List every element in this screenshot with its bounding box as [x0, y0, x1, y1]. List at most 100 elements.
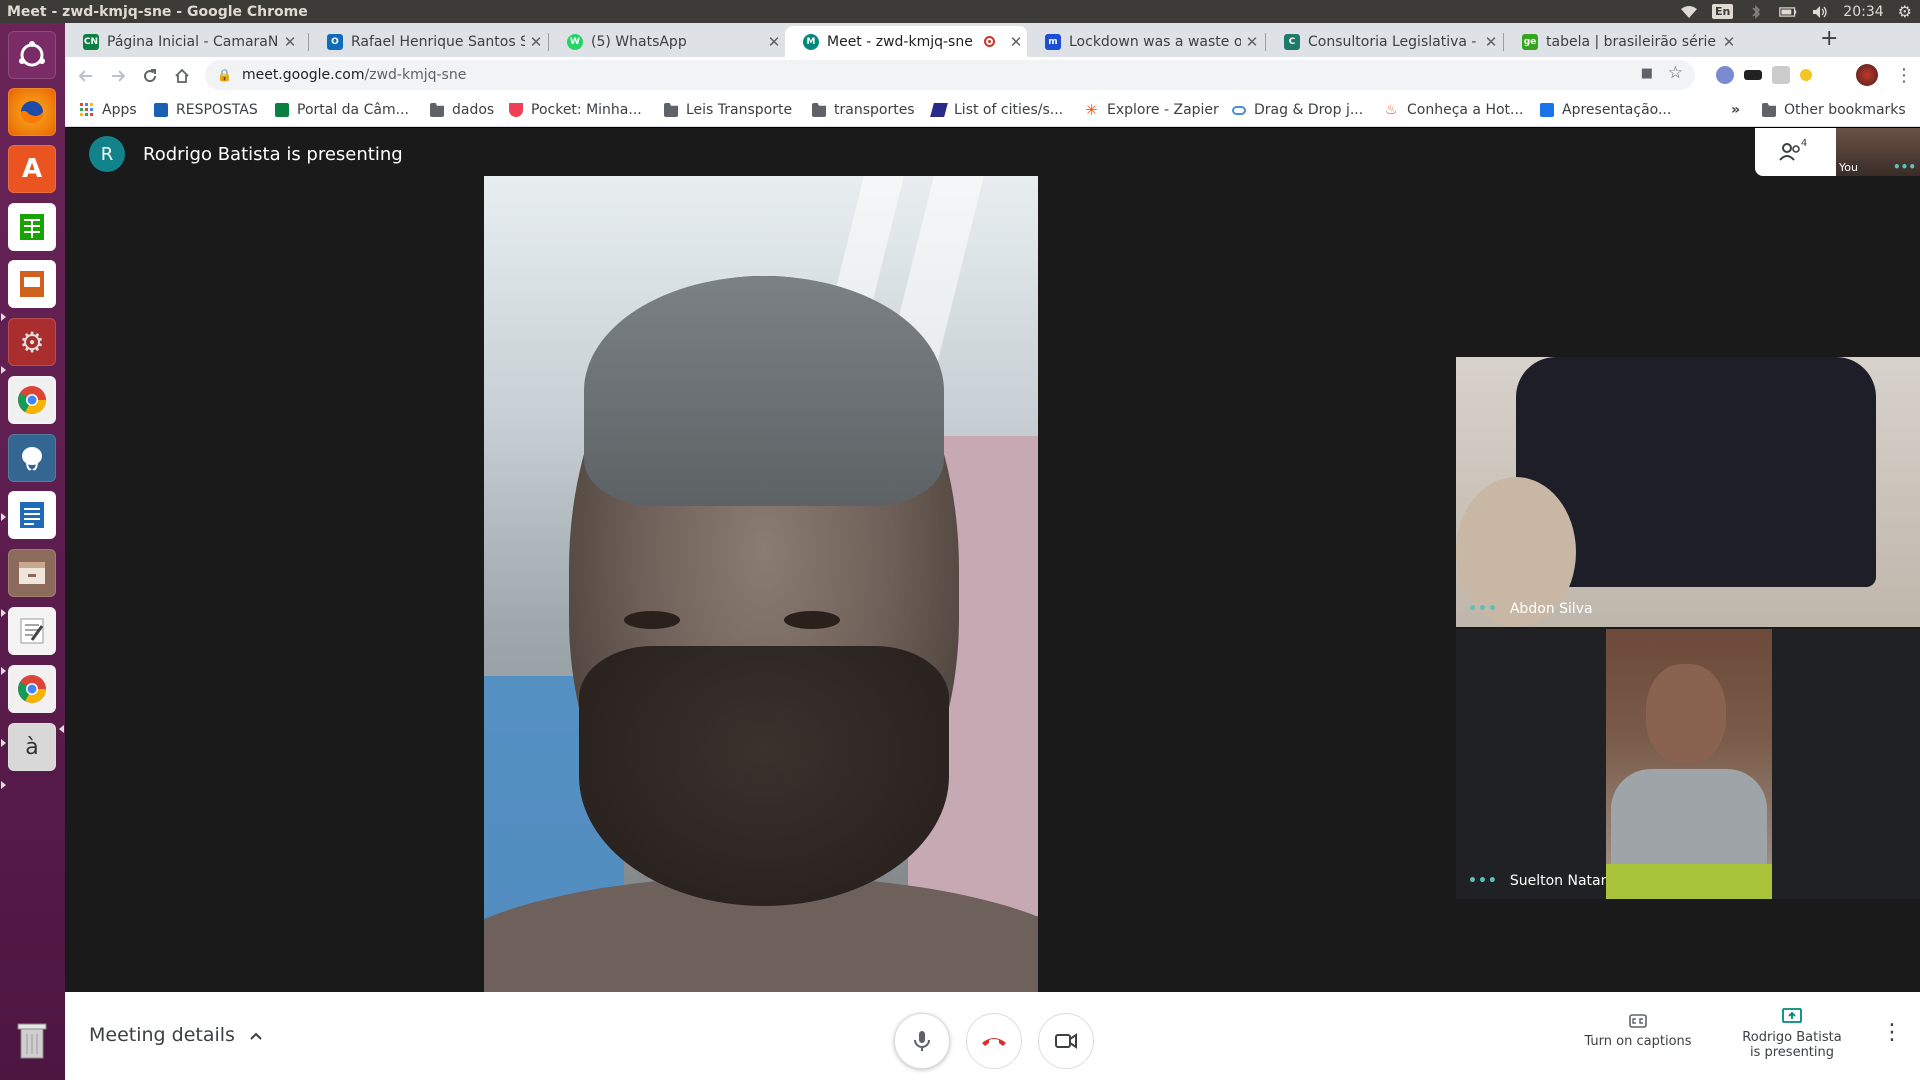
profile-avatar[interactable] — [1856, 64, 1878, 86]
self-video-tile[interactable]: You ••• — [1836, 128, 1920, 176]
extension-icon[interactable] — [1772, 66, 1790, 84]
bookmark-label: Pocket: Minha... — [531, 102, 642, 118]
tab-lockdown[interactable]: m Lockdown was a waste of ✕ — [1027, 26, 1263, 57]
presenting-button[interactable]: Rodrigo Batista is presenting — [1727, 1008, 1857, 1060]
bookmark-respostas[interactable]: RESPOSTAS — [154, 102, 258, 118]
bookmark-folder-dados[interactable]: dados — [430, 102, 494, 118]
wifi-icon[interactable] — [1680, 5, 1698, 19]
participant-tile-abdon[interactable]: ••• Abdon Silva — [1456, 357, 1920, 627]
tab-camaranet[interactable]: CN Página Inicial - CamaraNe ✕ — [65, 26, 301, 57]
microphone-button[interactable] — [894, 1013, 950, 1069]
bookmark-star-icon[interactable]: ☆ — [1668, 63, 1683, 83]
volume-icon[interactable] — [1811, 5, 1829, 19]
consultoria-favicon-icon: C — [1284, 33, 1300, 50]
bluetooth-icon[interactable] — [1747, 4, 1765, 19]
slides-favicon-icon — [1540, 103, 1554, 117]
running-indicator — [1, 609, 6, 617]
bookmark-label: List of cities/s... — [954, 102, 1064, 118]
chrome-icon[interactable] — [8, 376, 56, 424]
other-bookmarks[interactable]: Other bookmarks — [1762, 102, 1906, 118]
spreadsheet-icon[interactable] — [8, 203, 56, 251]
camera-button[interactable] — [1038, 1013, 1094, 1069]
bookmark-pocket[interactable]: Pocket: Minha... — [509, 102, 642, 118]
presenting-label-line2: is presenting — [1749, 1045, 1835, 1060]
extension-icon[interactable] — [1800, 69, 1812, 81]
tab-outlook[interactable]: O Rafael Henrique Santos S ✕ — [309, 26, 547, 57]
text-editor-icon[interactable] — [8, 607, 56, 655]
trash-icon[interactable] — [8, 1016, 56, 1064]
extension-icon[interactable] — [1716, 66, 1734, 84]
extension-icon[interactable] — [1744, 70, 1762, 80]
video-camera-icon — [1055, 1033, 1077, 1049]
pocket-favicon-icon — [509, 103, 523, 117]
participants-count: 4 — [1800, 138, 1808, 149]
tab-brasileirao[interactable]: ge tabela | brasileirão série b ✕ — [1504, 26, 1740, 57]
tab-label: (5) WhatsApp — [591, 33, 687, 50]
meeting-details-button[interactable]: Meeting details — [89, 1024, 263, 1046]
bookmark-zapier[interactable]: ✳ Explore - Zapier — [1085, 102, 1219, 118]
ubuntu-dash-icon[interactable] — [8, 31, 56, 79]
forward-button[interactable] — [102, 60, 134, 92]
close-tab-icon[interactable]: ✕ — [763, 33, 785, 51]
close-tab-icon[interactable]: ✕ — [1005, 33, 1027, 51]
bookmark-list-of-cities[interactable]: List of cities/s... — [930, 102, 1064, 118]
writer-icon[interactable] — [8, 491, 56, 539]
firefox-icon[interactable] — [8, 88, 56, 136]
url-path: /zwd-kmjq-sne — [364, 67, 467, 83]
medium-favicon-icon: m — [1045, 33, 1061, 50]
software-center-icon[interactable]: A — [8, 145, 56, 193]
postgresql-icon[interactable] — [8, 434, 56, 482]
bookmark-apps[interactable]: Apps — [80, 102, 137, 118]
people-button[interactable]: 4 — [1777, 138, 1808, 166]
tab-consultoria[interactable]: C Consultoria Legislativa - S ✕ — [1266, 26, 1502, 57]
presenting-label-line1: Rodrigo Batista — [1742, 1030, 1842, 1045]
close-tab-icon[interactable]: ✕ — [1480, 33, 1502, 51]
people-icon — [1779, 143, 1801, 161]
address-bar[interactable]: 🔒 meet.google.com/zwd-kmjq-sne ■ ☆ — [205, 60, 1695, 90]
clock[interactable]: 20:34 — [1843, 4, 1883, 20]
bookmark-hotmart[interactable]: ♨ Conheça a Hot... — [1385, 102, 1523, 118]
system-settings-icon[interactable]: ⚙ — [8, 318, 56, 366]
session-gear-icon[interactable]: ⚙ — [1898, 2, 1912, 21]
tab-strip: CN Página Inicial - CamaraNe ✕ O Rafael … — [65, 23, 1920, 57]
close-tab-icon[interactable]: ✕ — [279, 33, 301, 51]
lock-icon[interactable]: 🔒 — [217, 68, 232, 82]
whatsapp-favicon-icon: W — [567, 33, 583, 50]
meet-favicon-icon: M — [803, 33, 819, 50]
folder-icon — [430, 103, 444, 117]
close-tab-icon[interactable]: ✕ — [525, 33, 547, 51]
bookmark-apresentacao[interactable]: Apresentação... — [1540, 102, 1671, 118]
bookmark-folder-leis-transporte[interactable]: Leis Transporte — [664, 102, 792, 118]
hotmart-favicon-icon: ♨ — [1385, 102, 1398, 118]
presentation-icon[interactable] — [8, 260, 56, 308]
chrome-active-icon[interactable] — [8, 665, 56, 713]
character-map-icon[interactable]: à — [8, 723, 56, 771]
tile-label: ••• Abdon Silva — [1468, 601, 1593, 617]
captions-button[interactable]: Turn on captions — [1573, 1014, 1703, 1049]
new-tab-button[interactable]: + — [1820, 26, 1838, 51]
tab-label: Consultoria Legislativa - S — [1308, 33, 1480, 50]
chrome-menu-icon[interactable]: ⋮ — [1895, 65, 1913, 86]
tab-meet[interactable]: M Meet - zwd-kmjq-sne ✕ — [785, 26, 1027, 57]
keyboard-layout-indicator[interactable]: En — [1711, 4, 1734, 19]
tile-label: ••• Suelton Natan — [1468, 873, 1610, 889]
bookmark-folder-transportes[interactable]: transportes — [812, 102, 915, 118]
bookmarks-overflow-button[interactable]: » — [1731, 102, 1740, 118]
home-button[interactable] — [166, 60, 198, 92]
camera-in-use-icon[interactable]: ■ — [1641, 66, 1653, 81]
back-button[interactable] — [70, 60, 102, 92]
chevron-up-icon — [249, 1026, 263, 1045]
presentation-video[interactable] — [484, 176, 1038, 992]
bookmark-portal-camara[interactable]: Portal da Câm... — [275, 102, 409, 118]
audio-level-icon: ••• — [1468, 601, 1498, 617]
more-options-icon[interactable]: ⋮ — [1881, 1020, 1903, 1045]
tab-whatsapp[interactable]: W (5) WhatsApp ✕ — [549, 26, 785, 57]
battery-icon[interactable] — [1779, 5, 1797, 19]
close-tab-icon[interactable]: ✕ — [1718, 33, 1740, 51]
leave-call-button[interactable] — [966, 1013, 1022, 1069]
reload-button[interactable] — [134, 60, 166, 92]
files-icon[interactable] — [8, 549, 56, 597]
participant-video-suelton[interactable] — [1606, 629, 1772, 899]
bookmark-drag-drop[interactable]: Drag & Drop j... — [1232, 102, 1363, 118]
close-tab-icon[interactable]: ✕ — [1241, 33, 1263, 51]
